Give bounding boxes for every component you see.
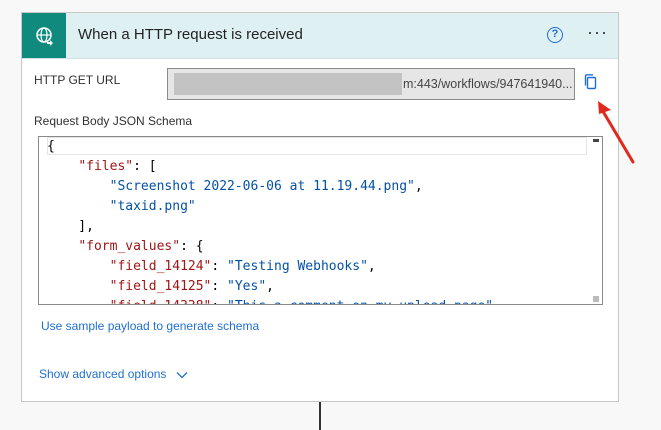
show-advanced-options-link[interactable]: Show advanced options	[39, 367, 188, 381]
code-line: "taxid.png"	[47, 197, 493, 217]
http-get-url-field[interactable]: m:443/workflows/947641940...	[167, 68, 575, 100]
code-line: "field_14125": "Yes",	[47, 277, 493, 297]
json-punct	[47, 159, 78, 174]
json-punct: :	[211, 279, 228, 294]
redacted-url-part	[174, 73, 402, 95]
url-text: m:443/workflows/947641940...	[403, 77, 573, 91]
json-punct	[47, 199, 110, 214]
json-punct: ],	[47, 219, 94, 234]
json-punct: {	[47, 139, 55, 154]
code-line: "files": [	[47, 157, 493, 177]
flow-connector-line	[319, 402, 321, 430]
json-string: "taxid.png"	[109, 199, 196, 214]
http-get-url-label: HTTP GET URL	[34, 73, 121, 87]
chevron-down-icon	[176, 371, 188, 379]
json-punct: :	[211, 299, 227, 304]
json-punct	[47, 279, 110, 294]
ellipsis-icon[interactable]: ···	[587, 22, 608, 43]
json-string: "This a comment on my upload page"	[227, 299, 493, 304]
scrollbar-top-marker	[593, 139, 599, 142]
json-punct: : [	[133, 159, 157, 174]
editor-scrollbar[interactable]	[591, 137, 599, 304]
json-punct	[47, 239, 78, 254]
json-punct: : {	[180, 239, 204, 254]
show-advanced-options-label: Show advanced options	[39, 367, 167, 381]
code-line: "form_values": {	[47, 237, 493, 257]
http-request-icon	[22, 13, 66, 58]
code-line: ],	[47, 217, 493, 237]
scrollbar-bottom-marker	[593, 296, 599, 302]
json-string: "Screenshot 2022-06-06 at 11.19.44.png"	[109, 179, 415, 194]
schema-label: Request Body JSON Schema	[34, 114, 193, 128]
json-key: "field_14125"	[109, 279, 212, 294]
code-line: {	[47, 137, 493, 157]
trigger-title: When a HTTP request is received	[78, 26, 303, 43]
copy-icon[interactable]	[583, 73, 599, 96]
json-key: "field_14338"	[110, 299, 212, 304]
http-trigger-card: When a HTTP request is received ? ··· HT…	[21, 12, 619, 402]
code-line: "field_14338": "This a comment on my upl…	[47, 297, 494, 304]
question-circle-icon[interactable]: ?	[547, 27, 563, 43]
card-header[interactable]: When a HTTP request is received ? ···	[22, 13, 618, 59]
json-punct: ,	[414, 179, 423, 194]
json-punct: :	[211, 259, 228, 274]
json-punct	[47, 179, 110, 194]
code-line: "field_14124": "Testing Webhooks",	[47, 257, 493, 277]
json-string: "Testing Webhooks"	[227, 259, 368, 274]
json-code: { "files": [ "Screenshot 2022-06-06 at 1…	[47, 137, 494, 304]
json-punct	[47, 259, 110, 274]
code-line: "Screenshot 2022-06-06 at 11.19.44.png",	[47, 177, 493, 197]
json-key: "files"	[78, 159, 134, 174]
json-schema-editor[interactable]: { "files": [ "Screenshot 2022-06-06 at 1…	[38, 136, 603, 305]
json-string: "Yes"	[227, 279, 267, 294]
use-sample-payload-link[interactable]: Use sample payload to generate schema	[41, 319, 259, 333]
json-punct: ,	[266, 279, 274, 294]
json-key: "field_14124"	[109, 259, 212, 274]
json-punct	[47, 299, 110, 304]
json-punct: ,	[367, 259, 376, 274]
json-key: "form_values"	[78, 239, 181, 254]
